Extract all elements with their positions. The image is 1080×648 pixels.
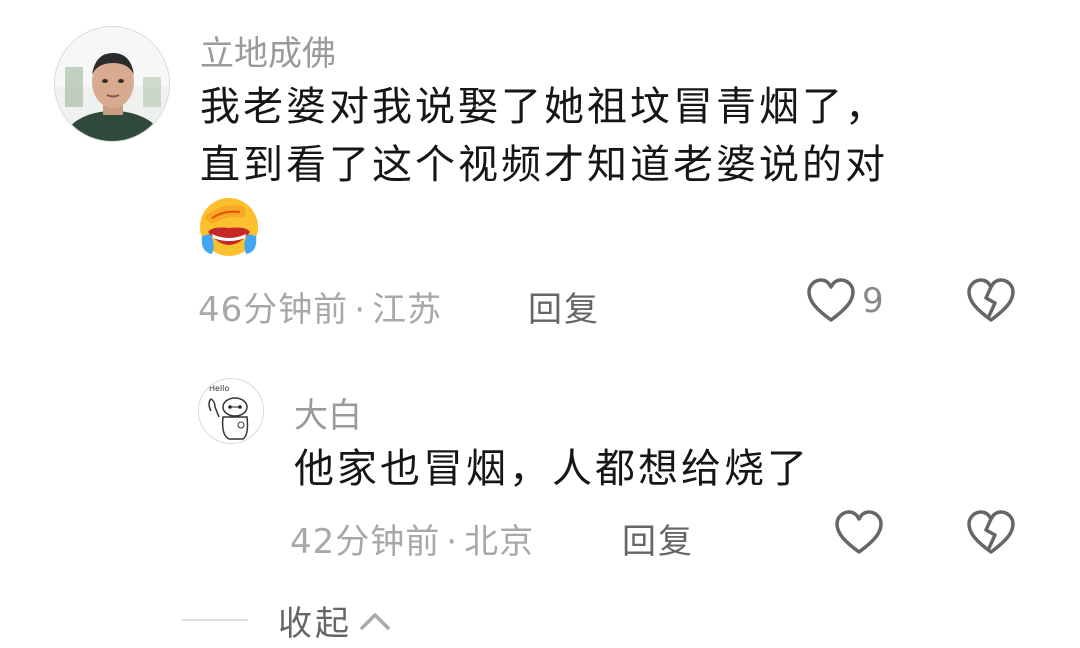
svg-text:Hello: Hello [209, 384, 229, 393]
comment-time: 42分钟前 [290, 522, 441, 562]
comment-time: 46分钟前 [198, 290, 349, 330]
comment-text-line: 我老婆对我说娶了她祖坟冒青烟了， [200, 84, 888, 130]
dislike-button[interactable] [966, 510, 1016, 556]
dislike-button[interactable] [966, 278, 1016, 324]
comment-text: 他家也冒烟，人都想给烧了 [294, 446, 810, 492]
comment-text-line: 直到看了这个视频才知道老婆说的对 [200, 142, 888, 188]
heart-icon [807, 278, 855, 322]
divider-line [182, 619, 248, 621]
like-button[interactable] [834, 510, 884, 556]
comment-location: 北京 [464, 522, 535, 562]
user-avatar[interactable] [54, 26, 170, 142]
like-button[interactable]: 9 [806, 278, 884, 324]
facepalm-crying-laugh-emoji-icon [198, 196, 260, 258]
like-count: 9 [862, 281, 884, 321]
comment-meta: 46分钟前 · 江苏 [198, 282, 442, 331]
broken-heart-icon [967, 278, 1015, 322]
comment-username[interactable]: 大白 [294, 388, 362, 437]
collapse-label: 收起 [278, 603, 352, 644]
reply-button[interactable]: 回复 [622, 514, 694, 563]
comment-location: 江苏 [372, 290, 443, 330]
chevron-up-icon [360, 613, 390, 630]
user-photo [55, 27, 169, 141]
collapse-replies-row: 收起 [182, 596, 392, 645]
user-avatar[interactable]: Hello [198, 378, 264, 444]
comment-username[interactable]: 立地成佛 [200, 26, 336, 75]
heart-icon [835, 510, 883, 554]
comment-1: 立地成佛 我老婆对我说娶了她祖坟冒青烟了， 直到看了这个视频才知道老婆说的对 4… [0, 0, 1080, 350]
collapse-replies-button[interactable]: 收起 [278, 596, 392, 645]
comment-text: 我老婆对我说娶了她祖坟冒青烟了， 直到看了这个视频才知道老婆说的对 [200, 78, 888, 194]
comment-2: Hello 大白 他家也冒烟，人都想给烧了 42分钟前 · 北京 回复 [0, 360, 1080, 580]
broken-heart-icon [967, 510, 1015, 554]
reply-button[interactable]: 回复 [528, 282, 600, 331]
comment-meta: 42分钟前 · 北京 [290, 514, 534, 563]
baymax-avatar-icon: Hello [199, 379, 263, 443]
meta-separator: · [446, 522, 459, 562]
meta-separator: · [354, 290, 367, 330]
